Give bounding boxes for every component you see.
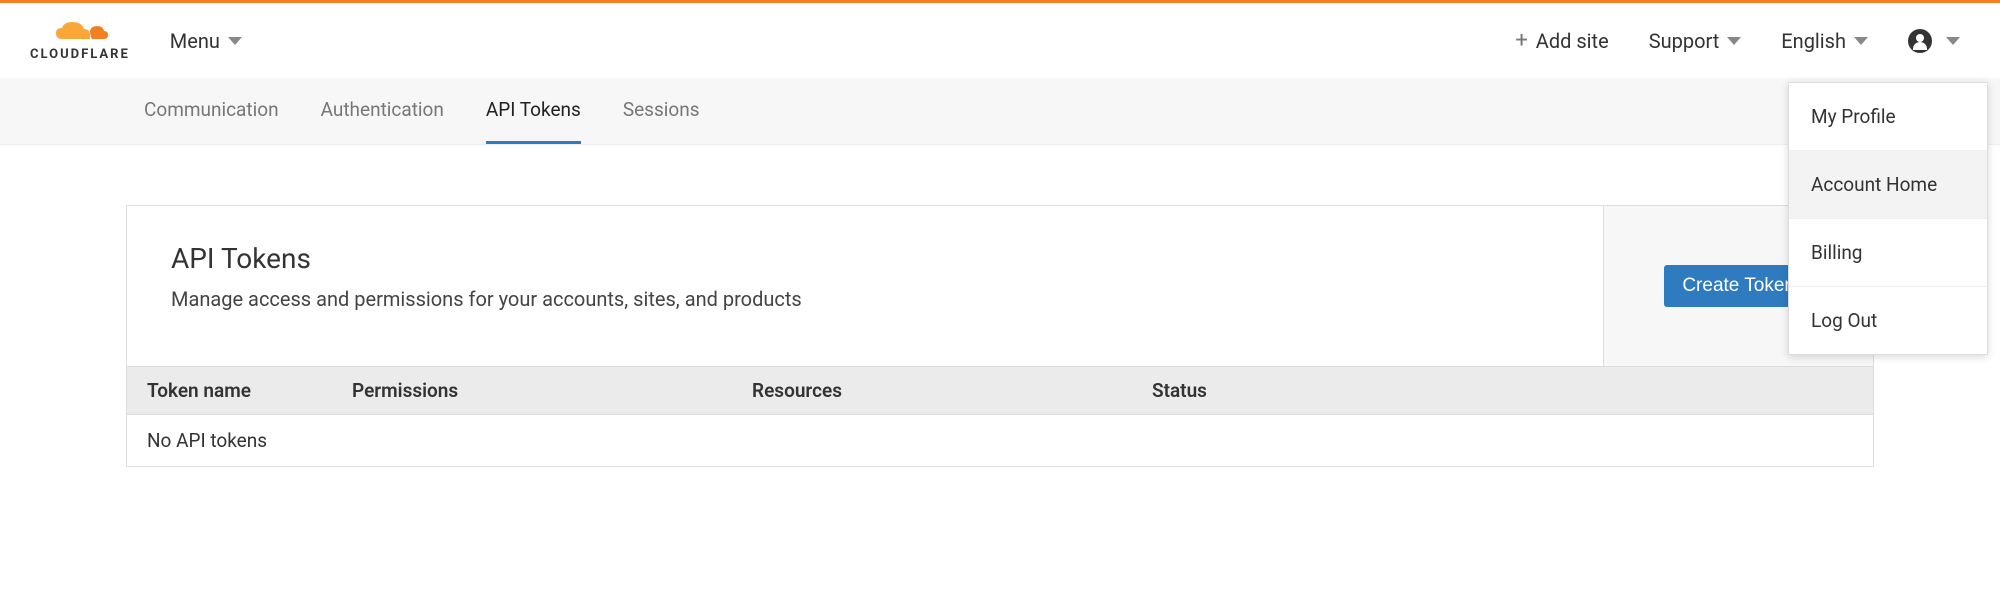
dropdown-log-out[interactable]: Log Out: [1789, 287, 1987, 354]
column-resources: Resources: [752, 379, 1152, 402]
cloudflare-logo[interactable]: CLOUDFLARE: [30, 19, 130, 62]
empty-state-text: No API tokens: [147, 429, 267, 452]
column-token-name: Token name: [147, 379, 352, 402]
language-label: English: [1781, 29, 1846, 53]
tab-communication[interactable]: Communication: [144, 78, 279, 144]
tab-authentication[interactable]: Authentication: [321, 78, 444, 144]
table-row: No API tokens: [127, 415, 1873, 466]
cloudflare-cloud-icon: [52, 19, 108, 45]
content: API Tokens Manage access and permissions…: [0, 145, 2000, 467]
dropdown-my-profile[interactable]: My Profile: [1789, 83, 1987, 151]
caret-down-icon: [1854, 37, 1868, 45]
logo-text: CLOUDFLARE: [30, 47, 130, 62]
page-subtitle: Manage access and permissions for your a…: [171, 287, 1559, 311]
dropdown-account-home[interactable]: Account Home: [1789, 151, 1987, 219]
dropdown-billing[interactable]: Billing: [1789, 219, 1987, 287]
plus-icon: +: [1515, 28, 1527, 53]
caret-down-icon: [1946, 37, 1960, 45]
tabs: Communication Authentication API Tokens …: [144, 78, 1856, 144]
header: CLOUDFLARE Menu + Add site Support Engli…: [0, 3, 2000, 78]
column-status: Status: [1152, 379, 1853, 402]
menu-label: Menu: [170, 29, 220, 53]
header-left: CLOUDFLARE Menu: [30, 19, 242, 62]
header-right: + Add site Support English: [1515, 28, 1970, 53]
language-dropdown[interactable]: English: [1781, 29, 1868, 53]
support-label: Support: [1649, 29, 1720, 53]
user-avatar-icon: [1908, 29, 1932, 53]
api-tokens-card: API Tokens Manage access and permissions…: [126, 205, 1874, 467]
add-site-label: Add site: [1536, 29, 1609, 53]
user-dropdown-menu: My Profile Account Home Billing Log Out: [1788, 82, 1988, 355]
user-menu-button[interactable]: [1908, 29, 1960, 53]
tab-api-tokens[interactable]: API Tokens: [486, 78, 581, 144]
caret-down-icon: [228, 37, 242, 45]
caret-down-icon: [1727, 37, 1741, 45]
table-header: Token name Permissions Resources Status: [127, 366, 1873, 415]
column-permissions: Permissions: [352, 379, 752, 402]
card-header-left: API Tokens Manage access and permissions…: [127, 206, 1603, 366]
page-title: API Tokens: [171, 242, 1559, 275]
support-dropdown[interactable]: Support: [1649, 29, 1742, 53]
add-site-button[interactable]: + Add site: [1515, 28, 1608, 53]
tab-sessions[interactable]: Sessions: [623, 78, 700, 144]
menu-button[interactable]: Menu: [170, 29, 242, 53]
tabs-bar: Communication Authentication API Tokens …: [0, 78, 2000, 145]
card-header: API Tokens Manage access and permissions…: [127, 206, 1873, 366]
